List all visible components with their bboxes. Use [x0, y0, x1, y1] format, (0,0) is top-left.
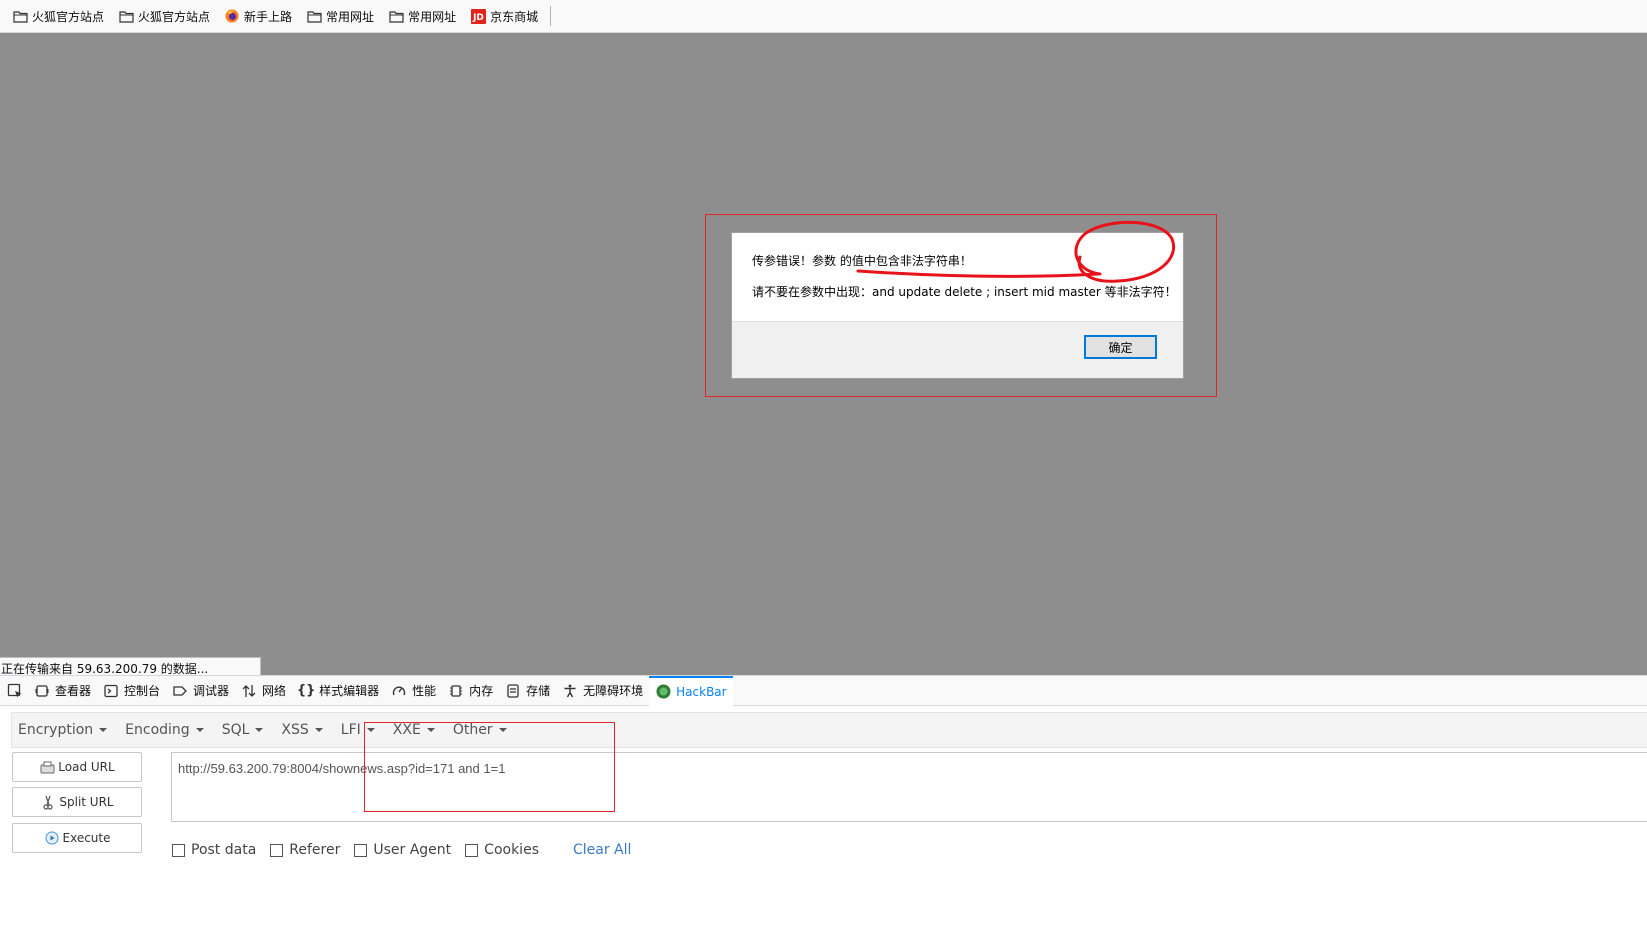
bookmark-item[interactable]: 新手上路 — [220, 4, 296, 28]
storage-icon — [505, 683, 521, 699]
bookmark-item[interactable]: 常用网址 — [384, 4, 460, 28]
caret-down-icon — [314, 728, 323, 732]
bookmark-label: 火狐官方站点 — [138, 9, 211, 24]
tab-label: 内存 — [469, 684, 494, 698]
tab-label: 控制台 — [124, 684, 161, 698]
hackbar-icon — [655, 684, 671, 700]
checkbox-icon — [465, 843, 479, 857]
checkbox-icon — [354, 843, 368, 857]
bookmark-item[interactable]: 火狐官方站点 — [114, 4, 214, 28]
split-url-button[interactable]: Split URL — [12, 787, 142, 817]
dialog-footer: 确定 — [732, 321, 1183, 378]
referer-checkbox[interactable]: Referer — [270, 842, 340, 858]
style-editor-icon: {} — [296, 683, 316, 698]
dialog-message-line2: 请不要在参数中出现：and update delete ; insert mid… — [752, 285, 1177, 299]
annotation-outline — [364, 722, 615, 812]
checkbox-icon — [172, 843, 185, 857]
bookmark-label: 火狐官方站点 — [32, 9, 105, 24]
execute-button[interactable]: Execute — [12, 823, 142, 853]
alert-dialog: 传参错误！参数 的值中包含非法字符串！ 请不要在参数中出现：and update… — [731, 232, 1184, 379]
post-data-checkbox[interactable]: Post data — [172, 842, 256, 858]
load-url-label: Load URL — [58, 760, 115, 774]
hackbar-panel: Encryption Encoding SQL XSS LFI XXE Othe… — [0, 706, 1647, 926]
bookmark-label: 京东商城 — [490, 9, 539, 24]
tab-label: 调试器 — [193, 684, 230, 698]
bookmark-label: 新手上路 — [244, 9, 293, 24]
jd-icon: JD — [470, 8, 486, 24]
caret-down-icon — [195, 728, 204, 732]
tab-console[interactable]: 控制台 — [97, 676, 166, 706]
folder-icon — [388, 8, 404, 24]
tab-label: 样式编辑器 — [319, 684, 380, 698]
tab-label: 查看器 — [55, 684, 92, 698]
play-icon — [44, 830, 60, 846]
load-url-button[interactable]: Load URL — [12, 752, 142, 782]
tab-network[interactable]: 网络 — [235, 676, 292, 706]
tab-label: HackBar — [676, 684, 727, 699]
folder-icon — [118, 8, 134, 24]
console-icon — [103, 683, 119, 699]
split-url-label: Split URL — [59, 795, 114, 809]
tab-accessibility[interactable]: 无障碍环境 — [556, 676, 649, 706]
network-icon — [241, 683, 257, 699]
tab-storage[interactable]: 存储 — [499, 676, 556, 706]
clear-all-link[interactable]: Clear All — [573, 842, 631, 858]
ok-button[interactable]: 确定 — [1084, 335, 1157, 359]
folder-icon — [306, 8, 322, 24]
tab-performance[interactable]: 性能 — [385, 676, 442, 706]
page-overlay: 传参错误！参数 的值中包含非法字符串！ 请不要在参数中出现：and update… — [0, 33, 1647, 675]
debugger-icon — [172, 683, 188, 699]
tab-memory[interactable]: 内存 — [442, 676, 499, 706]
caret-down-icon — [99, 728, 108, 732]
menu-sql[interactable]: SQL — [222, 722, 264, 738]
caret-down-icon — [255, 728, 264, 732]
user-agent-checkbox[interactable]: User Agent — [354, 842, 451, 858]
hackbar-options: Post data Referer User Agent Cookies Cle… — [172, 840, 631, 860]
tab-hackbar[interactable]: HackBar — [649, 675, 733, 706]
bookmark-item[interactable]: 常用网址 — [302, 4, 378, 28]
status-panel: 正在传输来自 59.63.200.79 的数据... — [0, 657, 261, 676]
bookmark-item[interactable]: JD 京东商城 — [466, 4, 542, 28]
dialog-message-line1: 传参错误！参数 的值中包含非法字符串！ — [752, 254, 972, 268]
tab-style-editor[interactable]: {} 样式编辑器 — [292, 676, 385, 706]
hackbar-menu-bar: Encryption Encoding SQL XSS LFI XXE Othe… — [11, 712, 1647, 748]
bookmark-item[interactable]: 火狐官方站点 — [8, 4, 108, 28]
execute-label: Execute — [62, 831, 111, 845]
checkbox-icon — [270, 843, 284, 857]
memory-icon — [448, 683, 464, 699]
element-picker-icon[interactable] — [2, 676, 28, 706]
menu-xss[interactable]: XSS — [281, 722, 323, 738]
tab-label: 网络 — [262, 684, 287, 698]
tab-label: 无障碍环境 — [583, 684, 644, 698]
toolbar-separator — [550, 6, 552, 26]
svg-text:JD: JD — [472, 13, 484, 23]
tab-label: 性能 — [412, 684, 437, 698]
cookies-checkbox[interactable]: Cookies — [465, 842, 539, 858]
dialog-message: 传参错误！参数 的值中包含非法字符串！ 请不要在参数中出现：and update… — [732, 233, 1183, 321]
inspector-icon — [34, 683, 50, 699]
bookmark-label: 常用网址 — [408, 9, 457, 24]
bookmark-label: 常用网址 — [326, 9, 375, 24]
browser-window: { "bookmarks": [ {"label": "火狐官方站点", "ic… — [0, 0, 1647, 926]
load-url-icon — [39, 759, 55, 775]
menu-encoding[interactable]: Encoding — [125, 722, 204, 738]
accessibility-icon — [562, 683, 578, 699]
scissors-icon — [40, 794, 56, 810]
menu-encryption[interactable]: Encryption — [18, 722, 108, 738]
folder-icon — [12, 8, 28, 24]
bookmarks-toolbar: 火狐官方站点 火狐官方站点 新手上路 常用网址 常用网址 JD 京东商城 — [0, 0, 1647, 33]
firefox-icon — [224, 8, 240, 24]
tab-inspector[interactable]: 查看器 — [28, 676, 97, 706]
tab-debugger[interactable]: 调试器 — [166, 676, 235, 706]
performance-icon — [391, 683, 407, 699]
tab-label: 存储 — [526, 684, 551, 698]
devtools-toolbar: 查看器 控制台 调试器 网络 {} 样式编辑器 性能 内存 存储 无障碍环境 H… — [0, 675, 1647, 706]
